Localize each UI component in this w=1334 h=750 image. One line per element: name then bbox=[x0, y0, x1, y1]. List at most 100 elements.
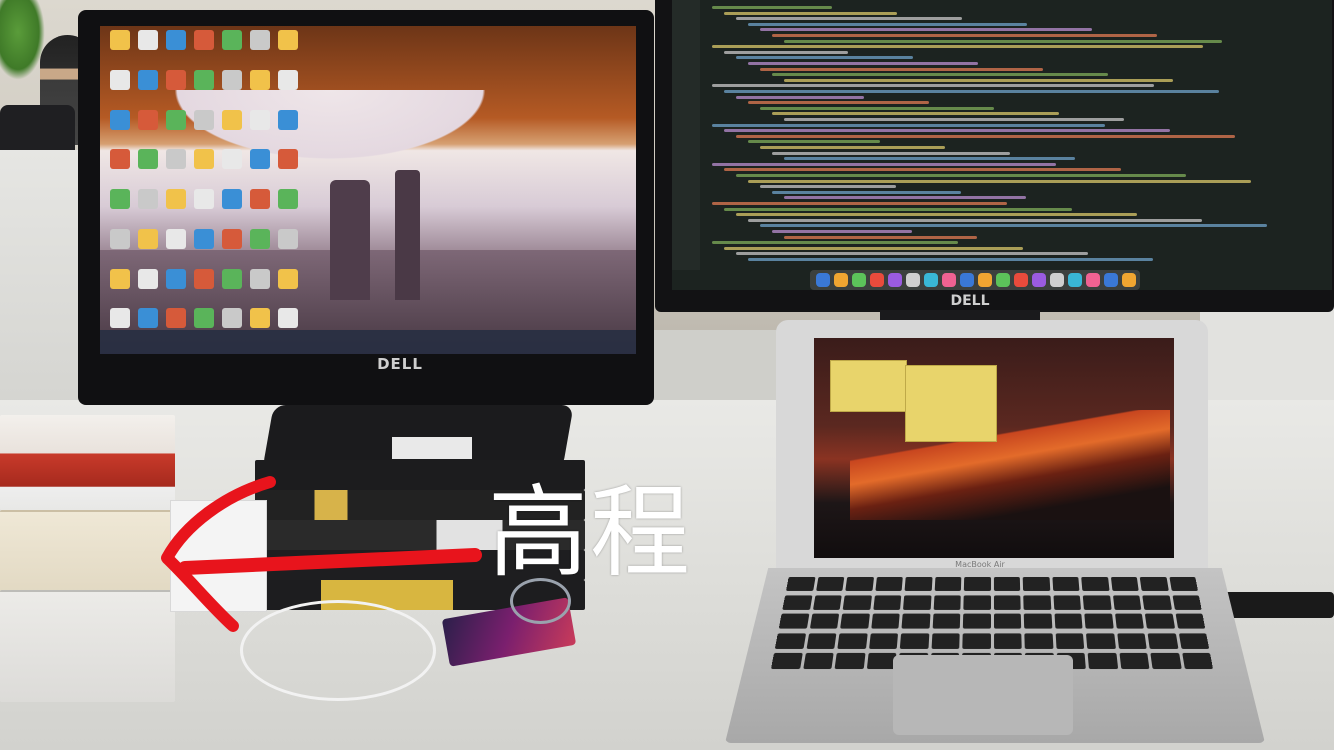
desktop-file-icon bbox=[222, 69, 242, 90]
desktop-file-icon bbox=[222, 30, 242, 50]
desktop-file-icon bbox=[250, 109, 270, 130]
desktop-file-icon bbox=[110, 189, 130, 209]
dock-app-icon bbox=[852, 273, 866, 287]
desktop-file-icon bbox=[278, 228, 298, 249]
keyboard-key bbox=[1087, 653, 1118, 670]
code-line bbox=[748, 140, 880, 144]
keyboard-key bbox=[785, 576, 816, 591]
keyboard-key bbox=[842, 595, 872, 610]
windows-taskbar bbox=[100, 330, 636, 354]
dock-app-icon bbox=[960, 273, 974, 287]
keyboard-key bbox=[872, 595, 902, 610]
desktop-file-icon bbox=[222, 268, 242, 289]
keyboard-key bbox=[899, 633, 929, 649]
keyboard-key bbox=[870, 613, 900, 629]
dock-app-icon bbox=[906, 273, 920, 287]
laptop-trackpad bbox=[893, 655, 1073, 735]
code-line bbox=[712, 45, 1203, 49]
dell-logo: DELL bbox=[950, 293, 990, 309]
code-line bbox=[772, 73, 1108, 77]
keyboard-key bbox=[1051, 576, 1080, 591]
keyboard-key bbox=[901, 613, 930, 629]
code-line bbox=[784, 157, 1075, 161]
dock-app-icon bbox=[834, 273, 848, 287]
keyboard-key bbox=[778, 613, 809, 629]
code-line bbox=[724, 129, 1170, 133]
wallpaper-butte bbox=[330, 180, 370, 300]
desktop-file-icon bbox=[138, 149, 158, 170]
keyboard-key bbox=[962, 633, 991, 649]
desktop-file-icon bbox=[278, 109, 298, 130]
dock-app-icon bbox=[1068, 273, 1082, 287]
desktop-file-icon bbox=[194, 109, 214, 130]
code-line bbox=[772, 230, 912, 233]
desktop-file-icon bbox=[194, 149, 214, 170]
desktop-file-icon bbox=[250, 30, 270, 50]
keyboard-key bbox=[993, 595, 1021, 610]
keyboard-key bbox=[812, 595, 842, 610]
keyboard-key bbox=[834, 653, 865, 670]
keyboard-key bbox=[866, 653, 897, 670]
code-line bbox=[712, 123, 1105, 127]
desktop-file-icon bbox=[278, 308, 298, 329]
code-line bbox=[724, 11, 897, 15]
desktop-file-icon bbox=[222, 189, 242, 209]
code-line bbox=[760, 146, 945, 149]
keyboard-key bbox=[1142, 595, 1172, 610]
desktop-file-icon bbox=[166, 268, 186, 289]
keyboard-key bbox=[840, 613, 870, 629]
code-line bbox=[712, 241, 958, 245]
code-line bbox=[760, 67, 1043, 71]
keyboard-key bbox=[1150, 653, 1182, 670]
keyboard-key bbox=[1023, 595, 1051, 610]
code-line bbox=[724, 246, 1023, 250]
keyboard-key bbox=[809, 613, 840, 629]
code-line bbox=[712, 84, 1154, 88]
base-sticker bbox=[392, 437, 472, 459]
desktop-file-icon bbox=[250, 308, 270, 329]
desktop-file-icon bbox=[250, 149, 270, 170]
dock-app-icon bbox=[1050, 273, 1064, 287]
desktop-file-icon bbox=[194, 69, 214, 90]
dock-app-icon bbox=[942, 273, 956, 287]
editor-gutter bbox=[672, 0, 700, 270]
keyboard-key bbox=[1175, 613, 1206, 629]
photo-scene: DELL DELL MacBook Air 高程 bbox=[0, 0, 1334, 750]
dock-app-icon bbox=[1032, 273, 1046, 287]
desktop-file-icon bbox=[278, 30, 298, 50]
code-line bbox=[772, 151, 1010, 155]
desktop-file-icon bbox=[166, 149, 186, 170]
desktop-file-icon bbox=[250, 228, 270, 249]
code-line bbox=[724, 207, 1072, 211]
desktop-file-icon bbox=[138, 69, 158, 90]
desktop-file-icon bbox=[194, 268, 214, 289]
code-line bbox=[712, 202, 1007, 205]
code-line bbox=[748, 258, 1153, 261]
keyboard-key bbox=[782, 595, 813, 610]
keyboard-key bbox=[931, 633, 960, 649]
code-line bbox=[748, 179, 1251, 183]
dock-app-icon bbox=[1086, 273, 1100, 287]
desktop-file-icon bbox=[138, 30, 158, 50]
desktop-file-icon bbox=[278, 149, 298, 170]
code-editor-screen bbox=[672, 0, 1332, 290]
code-line bbox=[748, 22, 1027, 26]
keyboard-key bbox=[1082, 595, 1112, 610]
desktop-file-icon bbox=[110, 228, 130, 249]
keyboard-key bbox=[963, 595, 991, 610]
keyboard-key bbox=[1052, 595, 1081, 610]
code-line bbox=[712, 6, 832, 9]
desktop-file-icon bbox=[222, 228, 242, 249]
keyboard-key bbox=[1147, 633, 1178, 649]
dock-app-icon bbox=[978, 273, 992, 287]
keyboard-key bbox=[1171, 595, 1202, 610]
keyboard-key bbox=[1024, 633, 1053, 649]
keyboard-key bbox=[932, 613, 961, 629]
desktop-file-icon bbox=[166, 69, 186, 90]
code-line bbox=[748, 101, 929, 105]
desktop-file-icon bbox=[278, 69, 298, 90]
keyboard-key bbox=[1139, 576, 1169, 591]
desktop-file-icon bbox=[110, 308, 130, 329]
keyboard-key bbox=[1181, 653, 1214, 670]
keyboard-key bbox=[933, 595, 961, 610]
